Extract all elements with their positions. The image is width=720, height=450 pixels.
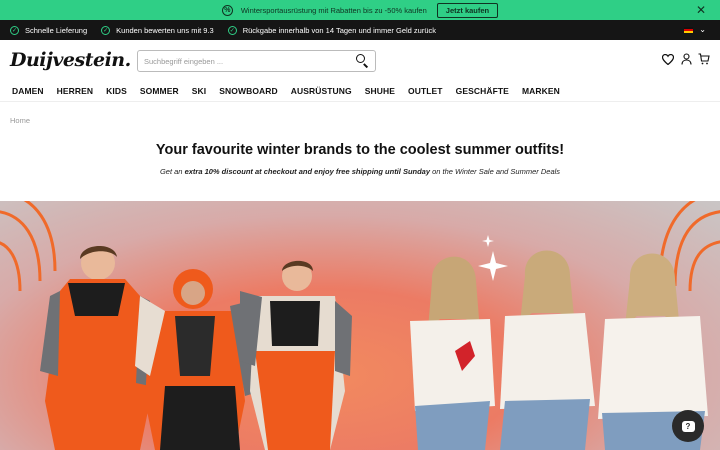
usp-text: Rückgabe innerhalb von 14 Tagen und imme… — [242, 25, 437, 35]
promo-subtitle: Get an extra 10% discount at checkout an… — [0, 167, 720, 176]
percent-badge-icon: % — [221, 4, 233, 16]
usp-item: ✓ Rückgabe innerhalb von 14 Tagen und im… — [227, 25, 437, 35]
main-nav: DAMEN HERREN KIDS SOMMER SKI SNOWBOARD A… — [0, 80, 720, 102]
page-title: Your favourite winter brands to the cool… — [155, 142, 565, 158]
close-icon[interactable]: ✕ — [696, 3, 706, 17]
header-icons — [662, 52, 710, 66]
hero-banner[interactable]: ? — [0, 201, 720, 450]
nav-item-outlet[interactable]: OUTLET — [408, 86, 443, 96]
nav-item-sommer[interactable]: SOMMER — [140, 86, 179, 96]
usp-item: ✓ Schnelle Lieferung — [10, 25, 88, 35]
check-icon: ✓ — [10, 25, 19, 35]
cart-icon[interactable] — [698, 52, 710, 66]
subtitle-prefix: Get an — [159, 167, 185, 176]
search-box — [137, 50, 376, 72]
nav-item-ski[interactable]: SKI — [192, 86, 206, 96]
nav-item-marken[interactable]: MARKEN — [522, 86, 560, 96]
chat-button[interactable]: ? — [672, 410, 704, 442]
hero-illustration — [0, 201, 720, 450]
nav-item-snowboard[interactable]: SNOWBOARD — [219, 86, 278, 96]
breadcrumb: Home — [0, 102, 720, 138]
nav-item-geschaefte[interactable]: GESCHÄFTE — [456, 86, 509, 96]
nav-item-ausruestung[interactable]: AUSRÜSTUNG — [291, 86, 352, 96]
chat-bubble-icon: ? — [681, 420, 695, 432]
logo[interactable]: Duijvestein. — [10, 49, 131, 71]
user-icon[interactable] — [680, 52, 692, 66]
usp-text: Kunden bewerten uns mit 9.3 — [116, 25, 214, 35]
chevron-down-icon: ⌄ — [699, 25, 706, 34]
nav-item-kids[interactable]: KIDS — [106, 86, 127, 96]
shop-now-button[interactable]: Jetzt kaufen — [436, 2, 499, 18]
check-icon: ✓ — [101, 25, 111, 35]
site-header: Duijvestein. — [0, 40, 720, 80]
language-selector[interactable]: ⌄ — [684, 25, 706, 34]
breadcrumb-home[interactable]: Home — [10, 116, 30, 125]
search-input[interactable] — [144, 56, 353, 66]
german-flag-icon — [684, 26, 694, 33]
usp-text: Schnelle Lieferung — [25, 25, 88, 35]
nav-item-herren[interactable]: HERREN — [57, 86, 94, 96]
heart-icon[interactable] — [662, 52, 674, 66]
check-icon: ✓ — [227, 25, 237, 35]
subtitle-bold: extra 10% discount at checkout and enjoy… — [184, 167, 431, 176]
search-icon[interactable] — [353, 52, 371, 70]
promo-bar: % Wintersportausrüstung mit Rabatten bis… — [0, 0, 720, 20]
subtitle-suffix: on the Winter Sale and Summer Deals — [430, 167, 561, 176]
usp-item: ✓ Kunden bewerten uns mit 9.3 — [101, 25, 214, 35]
nav-item-shuhe[interactable]: SHUHE — [365, 86, 395, 96]
usp-bar: ✓ Schnelle Lieferung ✓ Kunden bewerten u… — [0, 20, 720, 40]
nav-item-damen[interactable]: DAMEN — [12, 86, 44, 96]
promo-text: Wintersportausrüstung mit Rabatten bis z… — [240, 5, 427, 15]
